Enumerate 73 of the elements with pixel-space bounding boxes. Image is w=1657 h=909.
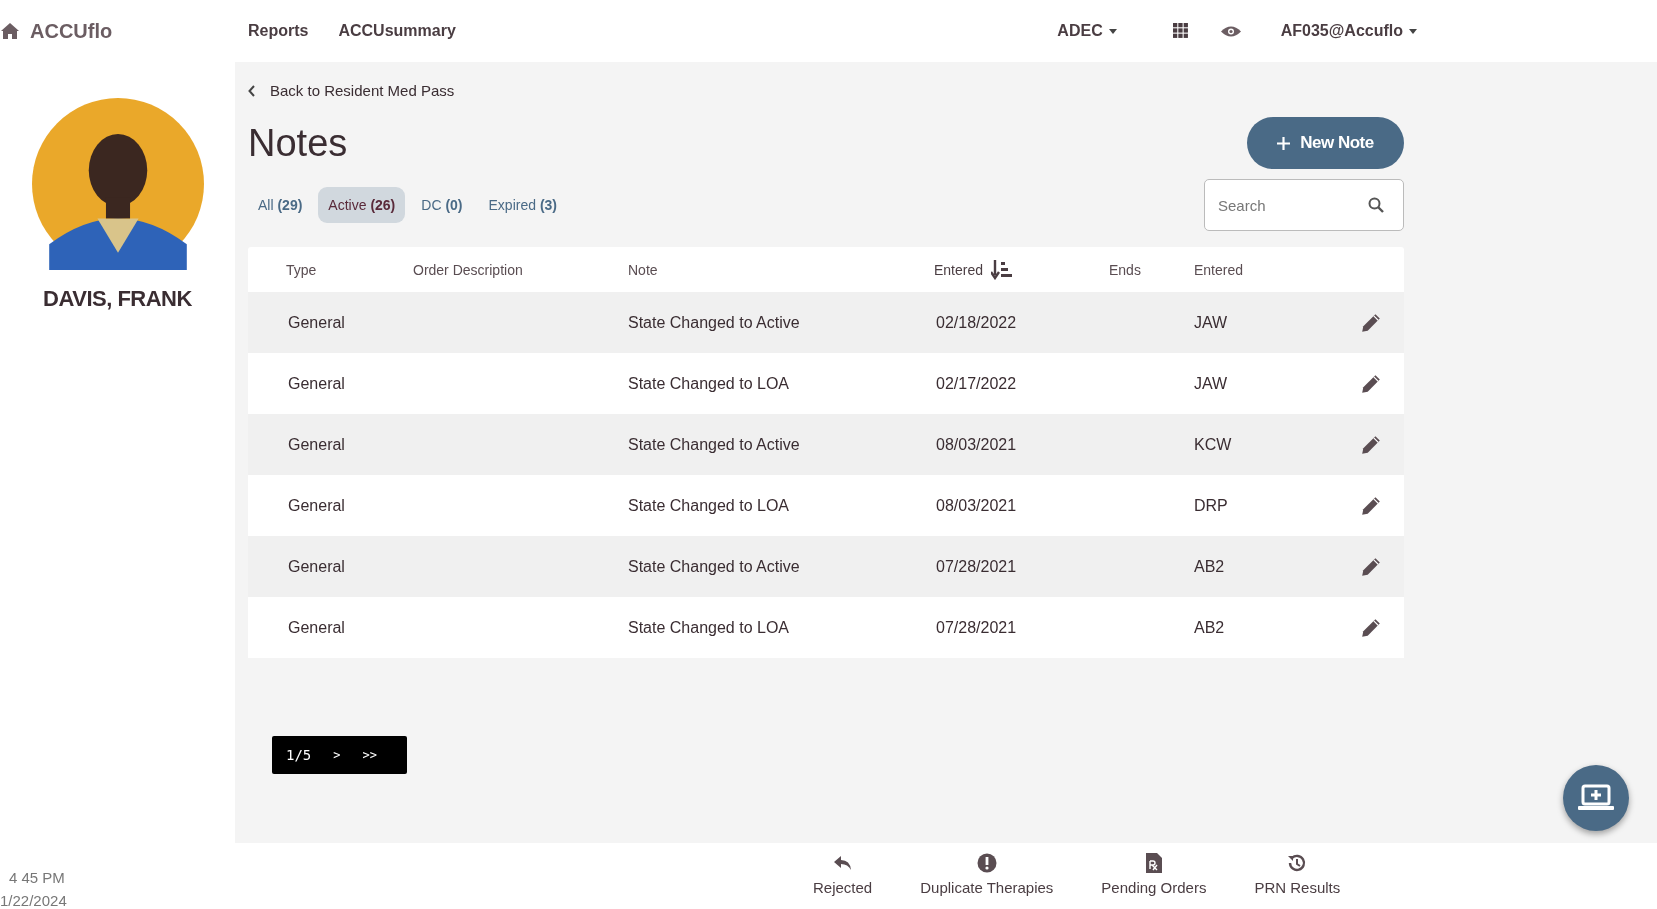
column-header[interactable]: Ends [1109, 261, 1141, 278]
user-dropdown[interactable]: AF035@Accuflo [1280, 22, 1417, 40]
table-cell: 07/28/2021 [936, 618, 1017, 637]
table-cell: General [288, 435, 345, 454]
table-cell: State Changed to Active [628, 435, 800, 454]
sort-descending-icon[interactable] [991, 259, 1014, 280]
app-logo[interactable]: ACCUflo [30, 19, 113, 43]
table-cell: 02/17/2022 [936, 374, 1017, 393]
table-cell: AB2 [1194, 557, 1225, 576]
page-title: Notes [248, 121, 348, 165]
table-cell: AB2 [1194, 618, 1225, 637]
table-cell: 08/03/2021 [936, 435, 1017, 454]
clock-time: 4 45 PM [8, 869, 66, 886]
nav-link[interactable]: Reports [248, 22, 309, 40]
column-header[interactable]: Type [286, 261, 317, 278]
next-page-button[interactable]: > [333, 748, 341, 762]
column-header[interactable]: Order Description [413, 261, 523, 278]
column-header[interactable]: Entered [934, 261, 984, 278]
table-cell: State Changed to Active [628, 313, 800, 332]
table-cell: State Changed to Active [628, 557, 800, 576]
filter-tab[interactable]: DC (0) [411, 187, 473, 223]
search-icon[interactable] [1368, 197, 1384, 213]
plus-icon [1277, 136, 1291, 150]
table-cell: State Changed to LOA [628, 618, 789, 637]
table-cell: State Changed to LOA [628, 496, 789, 515]
bottom-nav-button[interactable]: Rejected [813, 843, 873, 909]
pencil-icon[interactable] [1360, 372, 1382, 395]
column-header[interactable]: Entered [1194, 261, 1244, 278]
table-cell: DRP [1194, 496, 1228, 515]
filter-tab[interactable]: All (29) [248, 187, 313, 223]
eye-icon[interactable] [1220, 24, 1241, 38]
table-cell: General [288, 374, 345, 393]
telehealth-button[interactable] [1563, 765, 1629, 831]
resident-name: DAVIS, FRANK [43, 286, 192, 312]
pencil-icon[interactable] [1360, 494, 1382, 517]
table-cell: 07/28/2021 [936, 557, 1017, 576]
exclamation-icon [976, 853, 997, 873]
grid-icon[interactable] [1172, 23, 1189, 39]
search-field[interactable]: Search [1204, 179, 1404, 231]
pencil-icon[interactable] [1360, 555, 1382, 578]
caret-icon [1409, 28, 1417, 34]
pencil-icon[interactable] [1360, 433, 1382, 456]
filter-tab[interactable]: Expired (3) [478, 187, 567, 223]
table-cell: 02/18/2022 [936, 313, 1017, 332]
table-cell: General [288, 618, 345, 637]
pencil-icon[interactable] [1360, 616, 1382, 639]
history-icon [1287, 853, 1308, 873]
table-cell: General [288, 496, 345, 515]
table-cell: State Changed to LOA [628, 374, 789, 393]
pencil-icon[interactable] [1360, 311, 1382, 334]
table-cell: General [288, 557, 345, 576]
prescription-file-icon [1143, 853, 1164, 873]
column-header[interactable]: Note [628, 261, 658, 278]
facility-dropdown[interactable]: ADEC [1057, 22, 1117, 40]
new-note-button[interactable]: New Note [1247, 117, 1404, 169]
back-link[interactable]: Back to Resident Med Pass [248, 82, 1404, 99]
laptop-plus-icon [1578, 784, 1614, 812]
bottom-nav-button[interactable]: Pending Orders [1101, 843, 1207, 909]
filter-tab[interactable]: Active (26) [318, 187, 406, 223]
table-cell: JAW [1194, 374, 1228, 393]
clock-date: 1/22/2024 [0, 892, 67, 909]
table-cell: General [288, 313, 345, 332]
table-cell: JAW [1194, 313, 1228, 332]
chevron-left-icon [248, 84, 256, 97]
table-cell: 08/03/2021 [936, 496, 1017, 515]
home-icon[interactable] [0, 22, 20, 40]
page-indicator: 1/5 [286, 747, 312, 763]
last-page-button[interactable]: >> [362, 748, 377, 762]
table-cell: KCW [1194, 435, 1232, 454]
caret-icon [1108, 28, 1117, 34]
nav-link[interactable]: ACCUsummary [338, 22, 456, 40]
bottom-nav-button[interactable]: Duplicate Therapies [920, 843, 1054, 909]
bottom-nav-button[interactable]: PRN Results [1254, 843, 1341, 909]
